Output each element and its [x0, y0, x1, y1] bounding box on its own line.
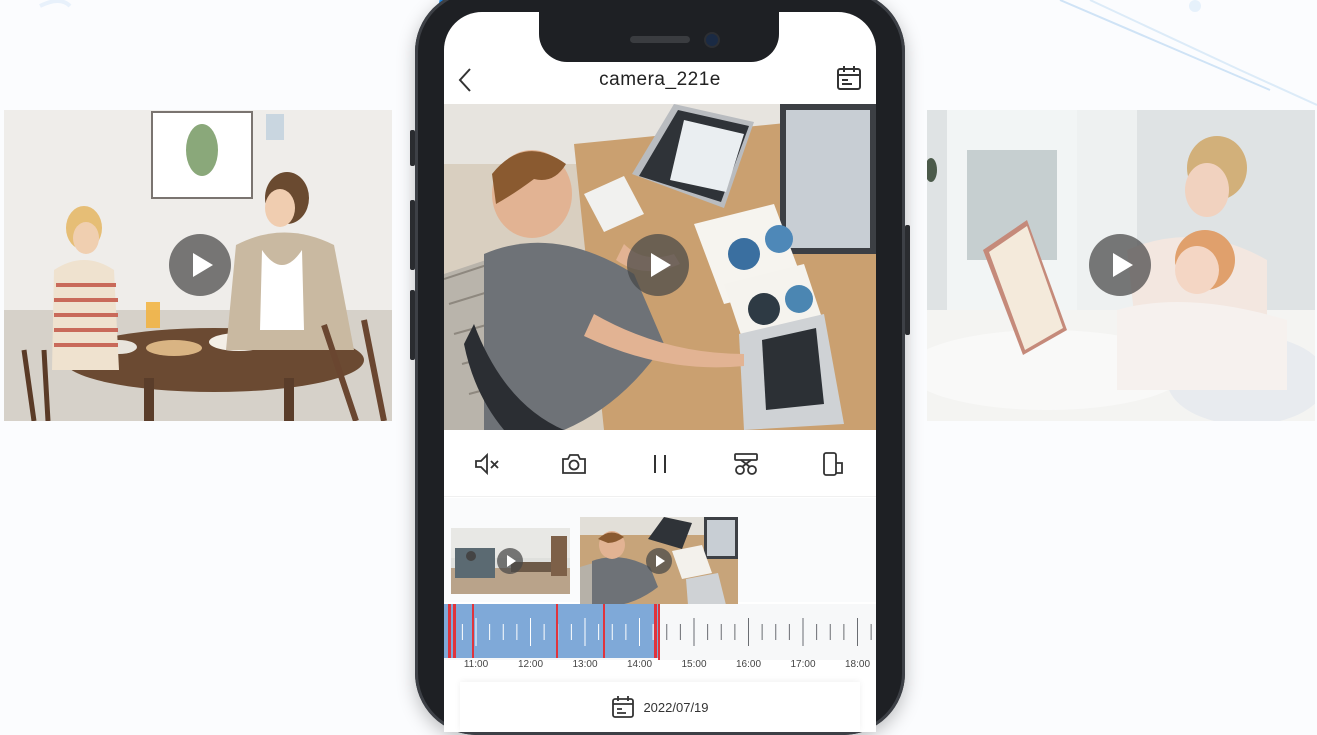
- live-video-view[interactable]: [444, 104, 876, 430]
- pause-icon: [653, 455, 666, 473]
- phone-volume-down: [410, 290, 415, 360]
- app-header: camera_221e: [444, 57, 876, 103]
- calendar-icon: [612, 696, 635, 718]
- phone-speaker: [630, 36, 690, 43]
- timeline-hour-label: 11:00: [463, 659, 489, 670]
- thumbnail-play-icon: [497, 548, 523, 574]
- recording-timeline[interactable]: 11:00 12:00 13:00 14:00 15:00 16:00 17:00 18:00: [444, 604, 876, 674]
- event-marker: [453, 604, 456, 658]
- thumbnail-play-icon: [646, 548, 672, 574]
- event-marker: [448, 604, 451, 658]
- phone-screen: camera_221e 11:00 12:00 13:00 14:00 15:0…: [444, 12, 876, 732]
- main-play-icon[interactable]: [627, 234, 689, 296]
- orientation-button[interactable]: [817, 448, 849, 480]
- recording-thumbnails: [444, 498, 876, 605]
- phone-power-button: [905, 225, 910, 335]
- timeline-hour-label: 12:00: [517, 659, 544, 670]
- event-marker: [472, 604, 474, 658]
- mute-toggle-button[interactable]: [471, 448, 503, 480]
- recording-thumbnail-selected[interactable]: [580, 517, 738, 605]
- timeline-hour-label: 16:00: [735, 659, 762, 670]
- rotate-screen-icon: [822, 452, 843, 476]
- timeline-hour-label: 14:00: [626, 659, 653, 670]
- playback-toolbar: [444, 432, 876, 497]
- scissors-icon: [734, 453, 759, 475]
- speaker-mute-icon: [475, 452, 499, 476]
- timeline-hour-label: 17:00: [790, 659, 816, 670]
- phone-mute-switch: [410, 130, 415, 166]
- event-marker: [603, 604, 605, 658]
- recording-thumbnail[interactable]: [451, 528, 570, 594]
- left-video-thumbnail[interactable]: [4, 110, 392, 421]
- timeline-hour-label: 15:00: [681, 659, 707, 670]
- timeline-track[interactable]: [444, 604, 876, 664]
- timeline-hour-label: 13:00: [572, 659, 598, 670]
- chevron-left-icon[interactable]: [458, 67, 472, 93]
- camera-title: camera_221e: [599, 69, 721, 90]
- camera-icon: [561, 454, 586, 474]
- date-selector[interactable]: 2022/07/19: [460, 682, 860, 732]
- right-play-icon[interactable]: [1089, 234, 1151, 296]
- event-marker: [654, 604, 657, 658]
- timeline-hour-label: 18:00: [844, 659, 871, 670]
- right-video-thumbnail[interactable]: [927, 110, 1315, 421]
- selected-date: 2022/07/19: [643, 699, 709, 715]
- left-play-icon[interactable]: [169, 234, 231, 296]
- pause-button[interactable]: [644, 448, 676, 480]
- clip-button[interactable]: [730, 448, 762, 480]
- snapshot-button[interactable]: [558, 448, 590, 480]
- front-camera: [706, 34, 718, 46]
- phone-volume-up: [410, 200, 415, 270]
- calendar-icon[interactable]: [836, 65, 862, 91]
- event-marker: [556, 604, 558, 658]
